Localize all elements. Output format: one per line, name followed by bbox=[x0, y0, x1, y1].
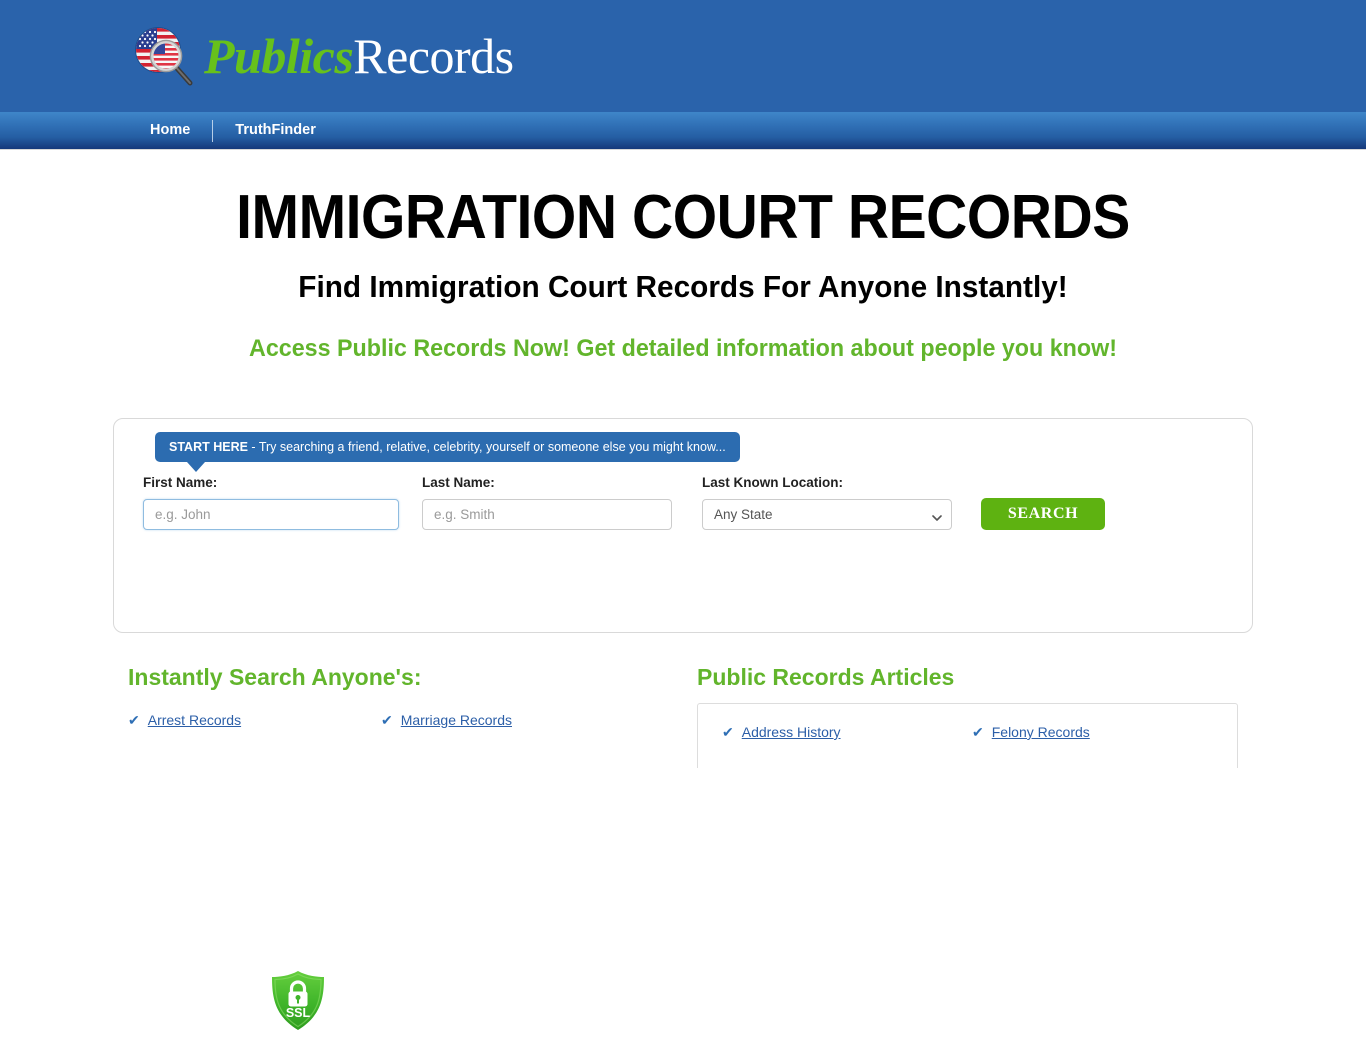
articles-links-box: ✔ Address History ✔ Felony Records bbox=[697, 703, 1238, 768]
hero-section: IMMIGRATION COURT RECORDS Find Immigrati… bbox=[0, 150, 1366, 364]
instant-search-section: Instantly Search Anyone's: ✔ Arrest Reco… bbox=[128, 663, 673, 750]
link-address-history[interactable]: Address History bbox=[742, 724, 841, 740]
nav-item-home[interactable]: Home bbox=[128, 112, 212, 149]
link-arrest-records[interactable]: Arrest Records bbox=[148, 712, 241, 728]
list-item[interactable]: ✔ Felony Records bbox=[972, 724, 1222, 740]
hero-tagline: Access Public Records Now! Get detailed … bbox=[249, 335, 1117, 362]
location-field-group: Last Known Location: Any State bbox=[702, 475, 952, 530]
main-navigation: Home TruthFinder bbox=[0, 112, 1366, 150]
search-panel: START HERE - Try searching a friend, rel… bbox=[113, 418, 1253, 1030]
state-select[interactable]: Any State bbox=[702, 499, 952, 530]
last-name-field-group: Last Name: bbox=[422, 475, 672, 530]
list-item[interactable]: ✔ Marriage Records bbox=[381, 712, 634, 728]
start-here-tooltip: START HERE - Try searching a friend, rel… bbox=[155, 432, 740, 462]
logo-text-secondary: Records bbox=[353, 28, 514, 84]
location-label: Last Known Location: bbox=[702, 475, 843, 490]
nav-item-truthfinder[interactable]: TruthFinder bbox=[213, 112, 338, 149]
logo-text-primary: Publics bbox=[204, 28, 354, 84]
ssl-shield-lock-icon: SSL bbox=[266, 968, 330, 1034]
submit-field-group: SEARCH bbox=[981, 498, 1105, 530]
articles-title: Public Records Articles bbox=[697, 664, 955, 690]
link-felony-records[interactable]: Felony Records bbox=[992, 724, 1090, 740]
articles-section: Public Records Articles ✔ Address Histor… bbox=[697, 663, 1238, 768]
page-title: IMMIGRATION COURT RECORDS bbox=[236, 183, 1130, 252]
last-name-input[interactable] bbox=[422, 499, 672, 530]
tooltip-rest-text: - Try searching a friend, relative, cele… bbox=[247, 440, 726, 454]
instant-search-title: Instantly Search Anyone's: bbox=[128, 664, 422, 690]
list-item[interactable]: ✔ Arrest Records bbox=[128, 712, 381, 728]
lower-content: Instantly Search Anyone's: ✔ Arrest Reco… bbox=[0, 663, 1366, 768]
check-icon: ✔ bbox=[128, 712, 140, 728]
tooltip-pointer-icon bbox=[187, 462, 205, 472]
page-subtitle: Find Immigration Court Records For Anyon… bbox=[298, 269, 1068, 304]
first-name-field-group: First Name: bbox=[143, 475, 399, 530]
link-marriage-records[interactable]: Marriage Records bbox=[401, 712, 512, 728]
check-icon: ✔ bbox=[722, 724, 734, 740]
list-item[interactable]: ✔ Address History bbox=[722, 724, 972, 740]
search-form: First Name: Last Name: Last Known Locati… bbox=[143, 475, 1223, 530]
nav-divider bbox=[212, 119, 214, 142]
first-name-input[interactable] bbox=[143, 499, 399, 530]
check-icon: ✔ bbox=[972, 724, 984, 740]
ssl-badge-label: SSL bbox=[286, 1006, 311, 1020]
instant-search-links: ✔ Arrest Records ✔ Marriage Records bbox=[128, 712, 673, 750]
site-header: PublicsRecords bbox=[0, 0, 1366, 112]
last-name-label: Last Name: bbox=[422, 475, 495, 490]
flag-magnifier-icon bbox=[128, 22, 200, 90]
check-icon: ✔ bbox=[381, 712, 393, 728]
search-button[interactable]: SEARCH bbox=[981, 498, 1105, 530]
first-name-label: First Name: bbox=[143, 475, 218, 490]
tooltip-strong-text: START HERE bbox=[169, 440, 248, 454]
site-logo[interactable]: PublicsRecords bbox=[128, 20, 514, 92]
